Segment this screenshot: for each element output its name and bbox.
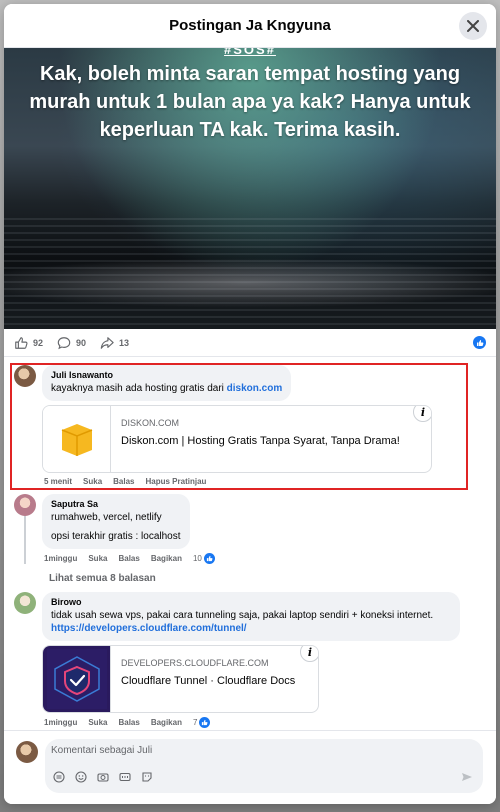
comment-time[interactable]: 1minggu xyxy=(44,554,77,563)
comment-author[interactable]: Birowo xyxy=(51,597,451,607)
comment-input-box[interactable] xyxy=(45,739,483,793)
info-icon: i xyxy=(420,405,426,419)
comment-time[interactable]: 5 menit xyxy=(44,477,72,486)
post-text: Kak, boleh minta saran tempat hosting ya… xyxy=(29,63,471,141)
composer-tools xyxy=(53,771,153,783)
reply-link[interactable]: Balas xyxy=(118,718,139,727)
link-preview[interactable]: DISKON.COM Diskon.com | Hosting Gratis T… xyxy=(42,405,432,473)
link-preview-thumbnail xyxy=(43,406,111,472)
comment-actions: 1minggu Suka Balas Bagikan 10 xyxy=(44,553,486,564)
link-preview-domain: DISKON.COM xyxy=(121,418,180,428)
comment-actions: 5 menit Suka Balas Hapus Pratinjau xyxy=(44,477,486,486)
comment-item: Birowo tidak usah sewa vps, pakai cara t… xyxy=(4,592,496,728)
thumbs-up-icon xyxy=(202,719,208,726)
dialog-header: Postingan Ja Kngyuna xyxy=(4,4,496,48)
remove-preview-link[interactable]: Hapus Pratinjau xyxy=(146,477,207,486)
post-image[interactable]: #SOS# Kak, boleh minta saran tempat host… xyxy=(4,48,496,329)
comment-count: 90 xyxy=(76,337,87,348)
link-preview-title: Diskon.com | Hosting Gratis Tanpa Syarat… xyxy=(121,435,400,447)
link-preview-thumbnail xyxy=(43,646,111,712)
reply-link[interactable]: Balas xyxy=(118,554,139,563)
info-icon: i xyxy=(307,645,313,659)
link-preview-title: Cloudflare Tunnel · Cloudflare Docs xyxy=(121,675,296,687)
sticker-icon[interactable] xyxy=(53,771,65,783)
like-reaction-icon xyxy=(199,717,211,728)
thumbs-up-icon xyxy=(15,336,28,349)
comment-text: rumahweb, vercel, netlify xyxy=(51,512,162,523)
like-link[interactable]: Suka xyxy=(83,477,102,486)
close-icon xyxy=(467,20,479,32)
like-reaction-badge[interactable] xyxy=(473,336,486,349)
avatar[interactable] xyxy=(14,365,36,387)
gif-icon[interactable] xyxy=(119,771,131,783)
thumbs-up-icon xyxy=(206,555,213,562)
comment-item: Juli Isnawanto kayaknya masih ada hostin… xyxy=(4,365,496,486)
comment-text: kayaknya masih ada hosting gratis dari d… xyxy=(51,382,282,395)
comment-composer xyxy=(4,730,496,804)
image-glow xyxy=(4,258,496,308)
preview-info-button[interactable]: i xyxy=(413,405,431,422)
avatar[interactable] xyxy=(16,741,38,763)
dialog-title: Postingan Ja Kngyuna xyxy=(169,17,331,34)
comment-text: opsi terakhir gratis : localhost xyxy=(51,531,181,542)
send-icon[interactable] xyxy=(461,771,473,783)
avatar[interactable] xyxy=(14,592,36,614)
like-reaction-icon xyxy=(203,553,215,564)
like-count: 92 xyxy=(33,337,44,348)
thumbs-up-icon xyxy=(476,339,483,346)
preview-info-button[interactable]: i xyxy=(300,645,318,662)
dialog-scroll-area[interactable]: #SOS# Kak, boleh minta saran tempat host… xyxy=(4,48,496,730)
share-icon xyxy=(100,336,114,349)
reaction-number: 7 xyxy=(192,718,198,727)
comment-time[interactable]: 1minggu xyxy=(44,718,77,727)
comment-link[interactable]: https://developers.cloudflare.com/tunnel… xyxy=(51,622,451,635)
shield-icon xyxy=(46,649,107,709)
post-stats-bar: 92 90 13 xyxy=(4,329,496,357)
emoji-icon[interactable] xyxy=(75,771,87,783)
comment-stat[interactable]: 90 xyxy=(57,336,86,350)
box-logo-icon xyxy=(61,424,92,456)
close-button[interactable] xyxy=(459,12,487,40)
comment-item: Saputra Sa rumahweb, vercel, netlify ops… xyxy=(4,494,496,564)
reaction-number: 10 xyxy=(192,554,202,563)
comment-input[interactable] xyxy=(51,745,451,756)
comment-text: tidak usah sewa vps, pakai cara tunnelin… xyxy=(51,610,434,621)
comment-author[interactable]: Saputra Sa xyxy=(51,499,181,509)
comment-text-body: kayaknya masih ada hosting gratis dari xyxy=(51,383,227,394)
avatar[interactable] xyxy=(14,494,36,516)
like-stat[interactable]: 92 xyxy=(14,336,43,350)
comment-author[interactable]: Juli Isnawanto xyxy=(51,370,282,380)
comment-icon xyxy=(57,336,71,349)
link-preview-domain: DEVELOPERS.CLOUDFLARE.COM xyxy=(121,658,269,668)
reaction-count[interactable]: 7 xyxy=(192,717,211,728)
share-stat[interactable]: 13 xyxy=(100,336,129,350)
avatar-sticker-icon[interactable] xyxy=(141,771,153,783)
comment-bubble: Saputra Sa rumahweb, vercel, netlify ops… xyxy=(42,494,190,549)
like-link[interactable]: Suka xyxy=(88,718,107,727)
link-preview[interactable]: DEVELOPERS.CLOUDFLARE.COM Cloudflare Tun… xyxy=(42,645,319,713)
view-replies-link[interactable]: Lihat semua 8 balasan xyxy=(4,573,496,584)
comment-link[interactable]: diskon.com xyxy=(227,383,283,394)
comment-bubble: Juli Isnawanto kayaknya masih ada hostin… xyxy=(42,365,292,401)
camera-icon[interactable] xyxy=(97,771,109,783)
comment-bubble: Birowo tidak usah sewa vps, pakai cara t… xyxy=(42,592,460,641)
share-link[interactable]: Bagikan xyxy=(151,718,182,727)
reply-link[interactable]: Balas xyxy=(113,477,134,486)
post-dialog: Postingan Ja Kngyuna #SOS# Kak, boleh mi… xyxy=(4,4,496,804)
post-cutoff-text: #SOS# xyxy=(224,48,276,57)
share-count: 13 xyxy=(119,337,130,348)
share-link[interactable]: Bagikan xyxy=(151,554,182,563)
comment-actions: 1minggu Suka Balas Bagikan 7 xyxy=(44,717,486,728)
like-link[interactable]: Suka xyxy=(88,554,107,563)
reaction-count[interactable]: 10 xyxy=(193,553,215,564)
